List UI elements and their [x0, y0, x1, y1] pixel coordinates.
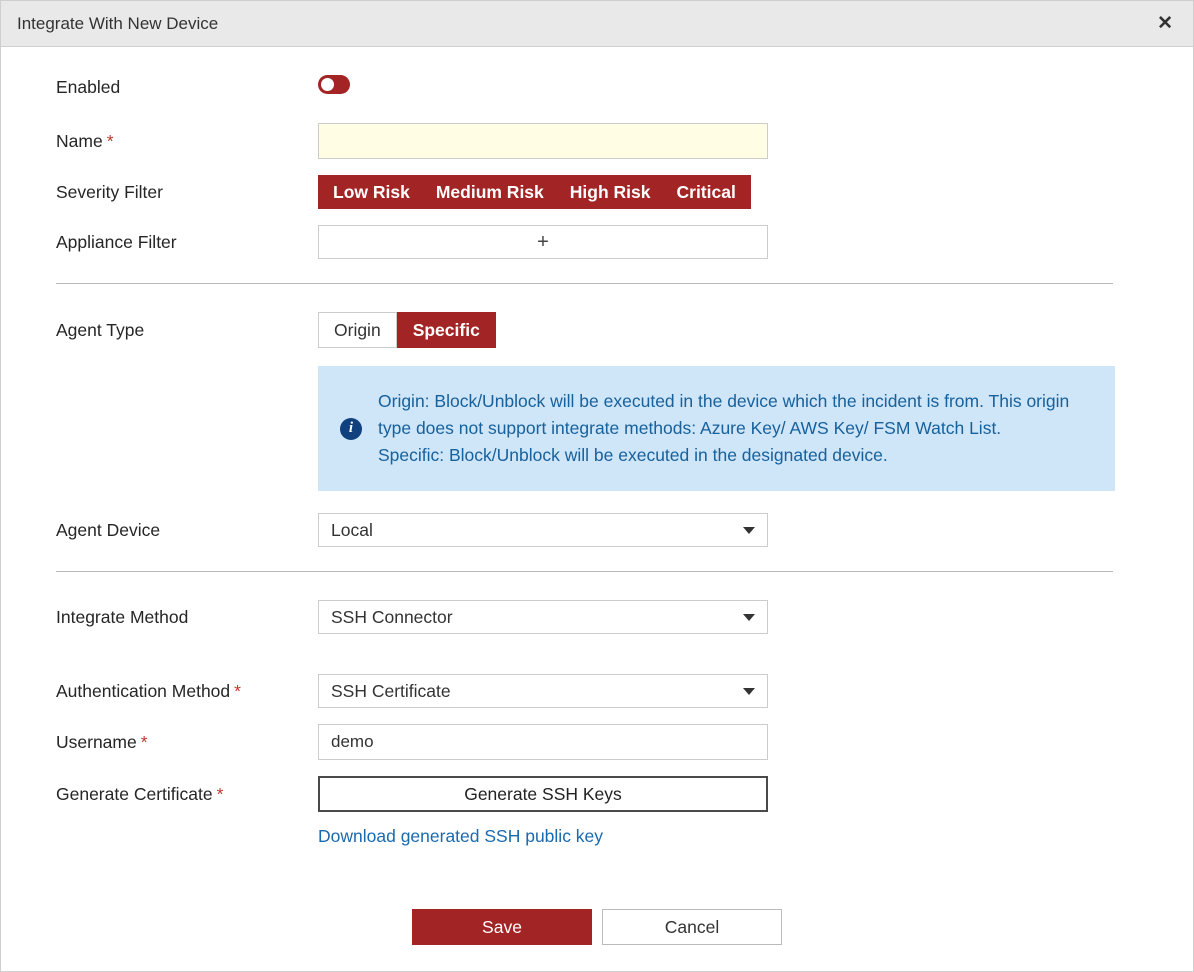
required-asterisk: *	[141, 732, 148, 752]
name-input[interactable]	[318, 123, 768, 159]
severity-filter-row: Severity Filter Low Risk Medium Risk Hig…	[56, 175, 1113, 209]
chevron-down-icon	[743, 688, 755, 695]
username-row: Username*	[56, 724, 1113, 760]
chevron-down-icon	[743, 527, 755, 534]
dialog-footer: Save Cancel	[1, 909, 1193, 971]
divider	[56, 571, 1113, 572]
info-text: Origin: Block/Unblock will be executed i…	[378, 388, 1095, 469]
generate-certificate-row: Generate Certificate* Generate SSH Keys	[56, 776, 1113, 812]
appliance-filter-row: Appliance Filter +	[56, 225, 1113, 259]
agent-type-specific-button[interactable]: Specific	[397, 312, 496, 348]
agent-type-toggle-group: Origin Specific	[318, 312, 496, 348]
agent-device-value: Local	[331, 520, 373, 541]
severity-filter-bar: Low Risk Medium Risk High Risk Critical	[318, 175, 751, 209]
severity-option-low-risk[interactable]: Low Risk	[333, 182, 410, 203]
integrate-method-row: Integrate Method SSH Connector	[56, 600, 1113, 634]
auth-method-select[interactable]: SSH Certificate	[318, 674, 768, 708]
required-asterisk: *	[217, 784, 224, 804]
auth-method-row: Authentication Method* SSH Certificate	[56, 674, 1113, 708]
agent-device-label: Agent Device	[56, 520, 318, 541]
info-text-origin: Origin: Block/Unblock will be executed i…	[378, 391, 1069, 438]
agent-device-row: Agent Device Local	[56, 513, 1113, 547]
username-input[interactable]	[318, 724, 768, 760]
agent-type-row: Agent Type Origin Specific	[56, 312, 1113, 348]
auth-method-label: Authentication Method	[56, 681, 230, 701]
download-link-row: Download generated SSH public key	[56, 826, 1113, 847]
appliance-add-button[interactable]: +	[318, 225, 768, 259]
dialog-header: Integrate With New Device ✕	[1, 1, 1193, 47]
cancel-button[interactable]: Cancel	[602, 909, 782, 945]
dialog-title: Integrate With New Device	[17, 14, 218, 34]
generate-ssh-keys-button[interactable]: Generate SSH Keys	[318, 776, 768, 812]
integrate-method-label: Integrate Method	[56, 607, 318, 628]
integrate-method-select[interactable]: SSH Connector	[318, 600, 768, 634]
severity-option-critical[interactable]: Critical	[677, 182, 736, 203]
info-text-specific: Specific: Block/Unblock will be executed…	[378, 445, 888, 465]
agent-type-label: Agent Type	[56, 320, 318, 341]
integrate-device-dialog: Integrate With New Device ✕ Enabled Name…	[0, 0, 1194, 972]
auth-method-value: SSH Certificate	[331, 681, 451, 702]
agent-device-select[interactable]: Local	[318, 513, 768, 547]
generate-certificate-label: Generate Certificate	[56, 784, 213, 804]
dialog-body: Enabled Name* Severity Filter Low Risk M…	[1, 47, 1193, 909]
severity-option-high-risk[interactable]: High Risk	[570, 182, 651, 203]
download-ssh-public-key-link[interactable]: Download generated SSH public key	[318, 826, 603, 847]
plus-icon: +	[537, 231, 549, 254]
enabled-label: Enabled	[56, 77, 318, 98]
close-icon[interactable]: ✕	[1157, 14, 1173, 33]
name-row: Name*	[56, 123, 1113, 159]
integrate-method-value: SSH Connector	[331, 607, 453, 628]
agent-type-origin-button[interactable]: Origin	[318, 312, 397, 348]
save-button[interactable]: Save	[412, 909, 592, 945]
name-label: Name	[56, 131, 103, 151]
enabled-toggle[interactable]	[318, 75, 350, 94]
enabled-row: Enabled	[56, 75, 1113, 99]
toggle-knob	[321, 78, 334, 91]
agent-type-info-box: i Origin: Block/Unblock will be executed…	[318, 366, 1115, 491]
appliance-filter-label: Appliance Filter	[56, 232, 318, 253]
required-asterisk: *	[234, 681, 241, 701]
required-asterisk: *	[107, 131, 114, 151]
severity-option-medium-risk[interactable]: Medium Risk	[436, 182, 544, 203]
chevron-down-icon	[743, 614, 755, 621]
divider	[56, 283, 1113, 284]
info-icon: i	[340, 418, 362, 440]
username-label: Username	[56, 732, 137, 752]
severity-filter-label: Severity Filter	[56, 182, 318, 203]
